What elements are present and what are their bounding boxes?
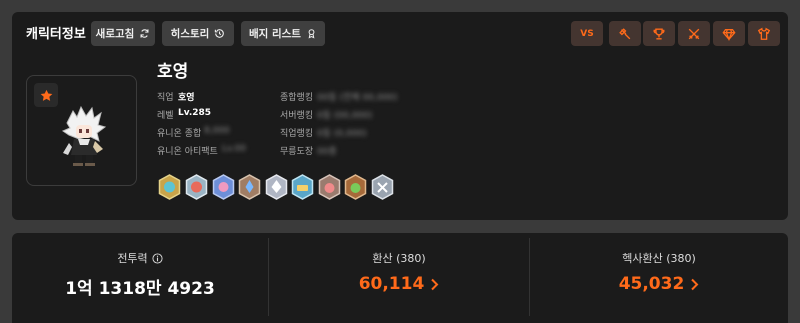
- hwansan-stat[interactable]: 환산 (380) 60,114: [269, 233, 529, 323]
- chevron-right-icon: [691, 278, 699, 290]
- crossed-swords-icon: [688, 28, 700, 39]
- gem-icon: [722, 28, 736, 41]
- ribbon-icon: [308, 29, 315, 39]
- crossed-swords-button[interactable]: [678, 21, 710, 46]
- union-value: 8,000: [204, 126, 230, 136]
- badge-icon[interactable]: [238, 174, 261, 200]
- trophy-icon: [653, 27, 665, 40]
- job-label: 직업: [157, 93, 174, 103]
- hexa-hwansan-label: 헥사환산 (380): [622, 252, 696, 265]
- info-icon[interactable]: [152, 252, 163, 264]
- job-value: 호영: [178, 93, 195, 103]
- hexa-hwansan-value: 45,032: [618, 274, 685, 294]
- job-rank-label: 직업랭킹: [280, 129, 314, 139]
- badge-icon[interactable]: [344, 174, 367, 200]
- history-button-label: 히스토리: [170, 28, 210, 40]
- artifact-value: Lv.00: [222, 144, 246, 154]
- favorite-button[interactable]: [34, 83, 58, 107]
- overall-rank-label: 종합랭킹: [280, 93, 314, 103]
- combat-power-label: 전투력: [117, 252, 148, 265]
- badge-icon[interactable]: [212, 174, 235, 200]
- badge-icon[interactable]: [291, 174, 314, 200]
- gem-button[interactable]: [713, 21, 745, 46]
- badge-icon[interactable]: [371, 174, 394, 200]
- character-avatar-frame: [26, 75, 137, 186]
- shirt-icon: [757, 27, 771, 40]
- character-info-panel: 캐릭터정보 새로고침 히스토리 배지 리스트 VS 호영 직업 호영 레벨 Lv…: [12, 12, 788, 220]
- star-icon: [40, 89, 52, 101]
- combat-power-value: 1억 1318만 4923: [65, 279, 215, 299]
- hammer-icon: [619, 27, 631, 39]
- refresh-button-label: 새로고침: [95, 28, 135, 40]
- overall-rank-value: 00등 (전체 00,000): [317, 93, 398, 103]
- vs-button[interactable]: VS: [571, 21, 603, 46]
- badge-list-button-label: 배지 리스트: [249, 28, 301, 40]
- refresh-button[interactable]: 새로고침: [91, 21, 155, 46]
- union-label: 유니온 종합: [157, 129, 202, 139]
- history-button[interactable]: 히스토리: [162, 21, 234, 46]
- badge-list-button-inner[interactable]: 배지 리스트: [241, 21, 325, 46]
- dojang-value: 00층: [317, 147, 337, 157]
- badge-icon[interactable]: [185, 174, 208, 200]
- level-label: 레벨: [157, 111, 174, 121]
- job-rank-value: 0등 (0,000): [317, 129, 367, 139]
- dojang-label: 무릉도장: [280, 147, 314, 157]
- server-rank-value: 0등 (00,000): [317, 111, 373, 121]
- trophy-button[interactable]: [643, 21, 675, 46]
- combat-power-stat: 전투력 1억 1318만 4923: [12, 233, 268, 323]
- server-rank-label: 서버랭킹: [280, 111, 314, 121]
- page-title: 캐릭터정보: [26, 27, 86, 42]
- artifact-label: 유니온 아티팩트: [157, 147, 218, 157]
- badge-icon[interactable]: [158, 174, 181, 200]
- shirt-button[interactable]: [748, 21, 780, 46]
- character-name: 호영: [157, 62, 189, 82]
- refresh-icon: [140, 29, 149, 38]
- hammer-button[interactable]: [609, 21, 641, 46]
- chevron-right-icon: [431, 278, 439, 290]
- history-icon: [215, 29, 225, 38]
- character-sprite: [61, 105, 107, 166]
- level-value: Lv.285: [178, 108, 212, 118]
- hwansan-value: 60,114: [358, 274, 425, 294]
- badge-icon[interactable]: [318, 174, 341, 200]
- hexa-hwansan-stat[interactable]: 헥사환산 (380) 45,032: [530, 233, 788, 323]
- stats-panel: 전투력 1억 1318만 4923 환산 (380) 60,114 헥사환산 (…: [12, 233, 788, 323]
- vs-label: VS: [580, 28, 594, 39]
- badge-icon[interactable]: [265, 174, 288, 200]
- hwansan-label: 환산 (380): [372, 252, 426, 265]
